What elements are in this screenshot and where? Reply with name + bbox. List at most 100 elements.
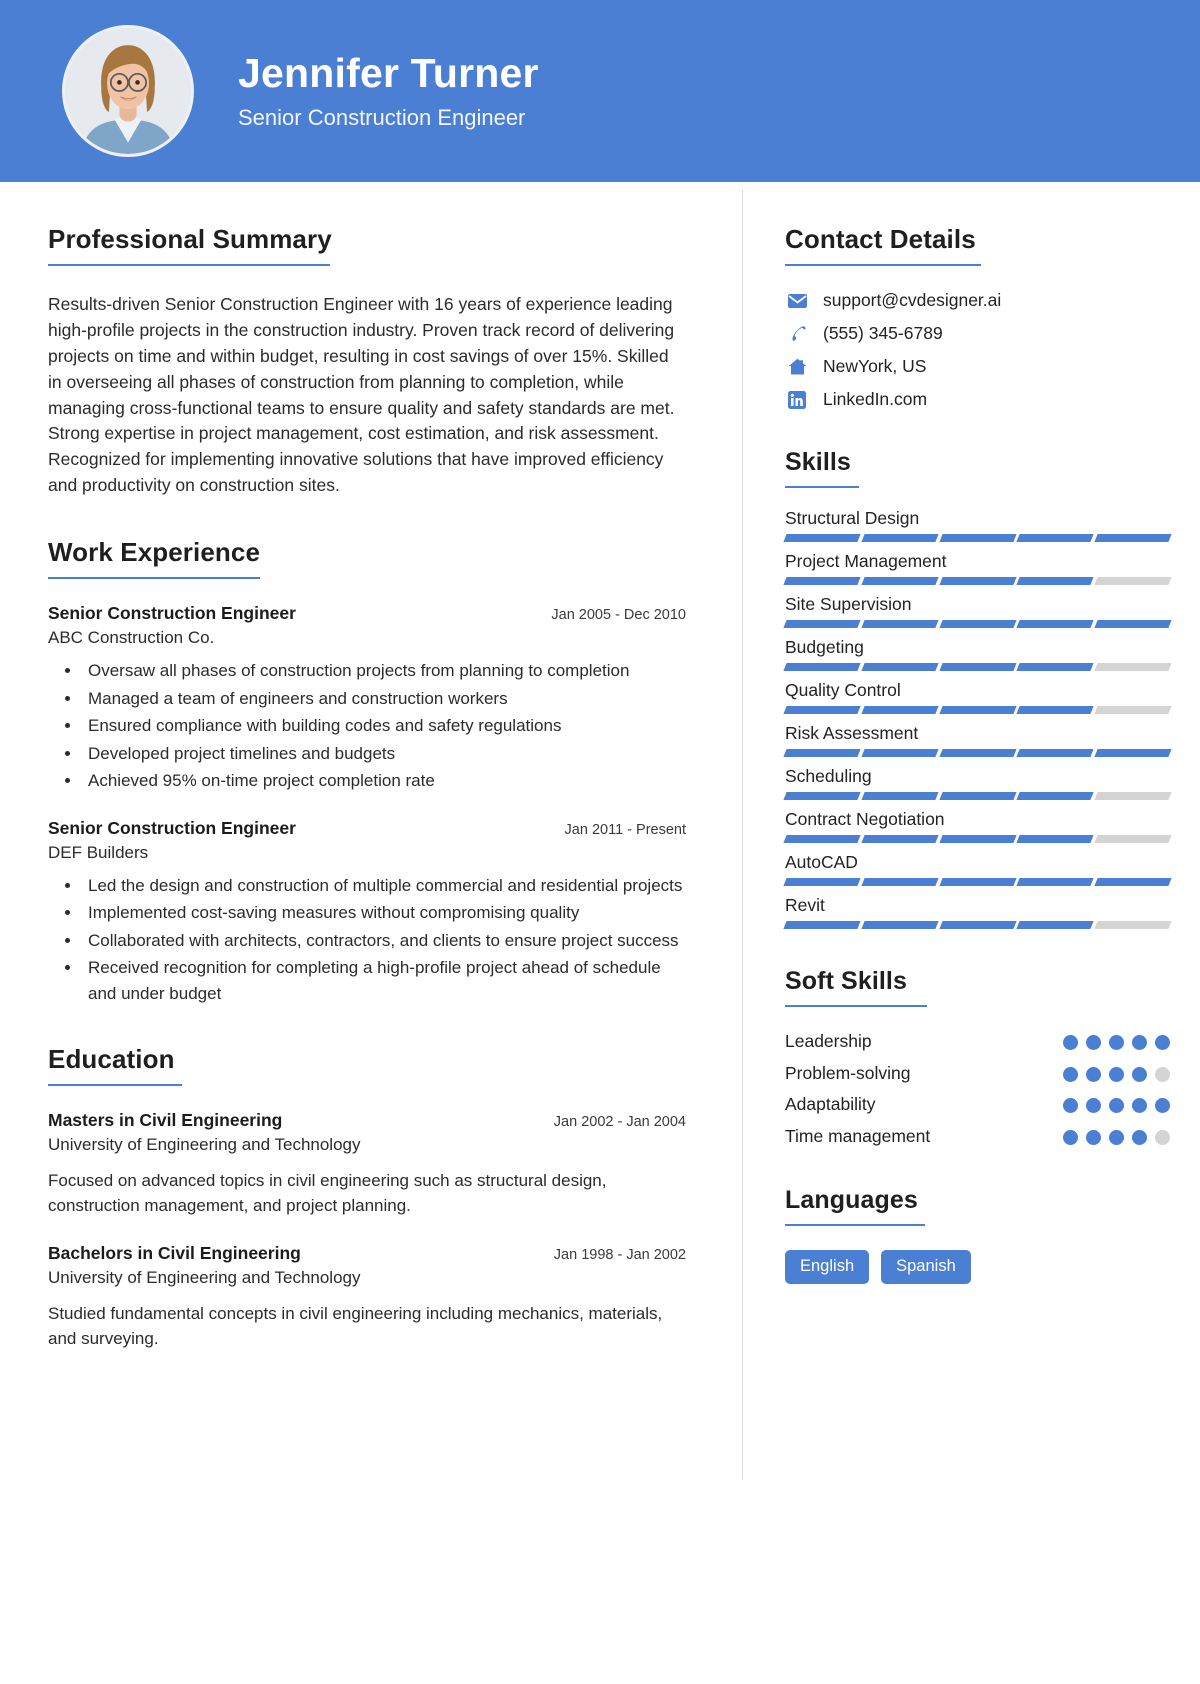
rating-dot	[1086, 1129, 1101, 1145]
candidate-name: Jennifer Turner	[238, 50, 539, 97]
section-soft-skills: Soft Skills Leadership Problem-solving Ada…	[785, 967, 1170, 1148]
education-entry: Bachelors in Civil Engineering Jan 1998 …	[48, 1243, 686, 1352]
soft-skill-name: Time management	[785, 1125, 931, 1146]
list-item: Oversaw all phases of construction proje…	[82, 658, 686, 684]
rating-dot	[1132, 1035, 1147, 1050]
skill-name: AutoCAD	[785, 852, 858, 872]
skill-segment	[1016, 835, 1094, 843]
heading-rule	[48, 577, 260, 580]
skill-segment	[1016, 878, 1094, 886]
skill-segment	[938, 878, 1017, 886]
skill-name: Quality Control	[785, 680, 901, 700]
job-date: Jan 2011 - Present	[564, 821, 686, 838]
skill-segment	[1016, 749, 1094, 757]
work-entry-head: Senior Construction Engineer Jan 2011 - …	[48, 818, 686, 839]
rating-dot	[1086, 1098, 1101, 1113]
home-icon	[785, 357, 809, 377]
skill-segment	[1094, 706, 1172, 714]
degree-title: Bachelors in Civil Engineering	[48, 1243, 301, 1264]
education-description: Focused on advanced topics in civil engi…	[48, 1171, 607, 1216]
section-skills: Skills Structural Design Project Manageme…	[783, 448, 1172, 929]
rating-dot	[1132, 1066, 1147, 1082]
heading-rule	[785, 486, 859, 488]
avatar	[62, 25, 194, 157]
section-heading-education: Education	[48, 1044, 175, 1075]
skill-segment	[861, 620, 939, 628]
skill-level-bar	[783, 534, 1172, 542]
rating-dot	[1155, 1098, 1170, 1113]
section-heading-work: Work Experience	[48, 537, 261, 568]
rating-dot	[1155, 1066, 1170, 1082]
skill-row: Budgeting	[783, 637, 1172, 671]
skill-name: Risk Assessment	[785, 723, 919, 743]
skill-segment	[1094, 878, 1172, 886]
list-item: Developed project timelines and budgets	[82, 741, 686, 767]
skill-segment	[1094, 921, 1172, 929]
skill-row: Site Supervision	[783, 594, 1172, 628]
soft-skill-name: Problem-solving	[785, 1062, 911, 1083]
contact-item-phone[interactable]: (555) 345-6789	[785, 323, 1170, 344]
skill-segment	[783, 878, 861, 886]
candidate-title: Senior Construction Engineer	[238, 104, 526, 130]
job-bullets: Oversaw all phases of construction proje…	[82, 658, 686, 794]
rating-dot	[1109, 1129, 1124, 1145]
soft-skill-rating	[1063, 1092, 1170, 1113]
contact-value: NewYork, US	[823, 356, 927, 376]
section-work-experience: Work Experience Senior Construction Engi…	[48, 537, 686, 1006]
contact-item-location[interactable]: NewYork, US	[785, 356, 1170, 377]
skill-segment	[1016, 663, 1094, 671]
job-title: Senior Construction Engineer	[48, 817, 296, 838]
rating-dot	[1132, 1098, 1147, 1113]
section-heading-summary: Professional Summary	[48, 224, 332, 254]
rating-dot	[1109, 1098, 1124, 1113]
skill-segment	[938, 749, 1017, 757]
skill-name: Scheduling	[785, 766, 872, 786]
section-heading-soft-skills: Soft Skills	[785, 967, 907, 995]
skill-level-bar	[783, 835, 1172, 843]
summary-text: Results-driven Senior Construction Engin…	[48, 294, 675, 496]
skill-row: Contract Negotiation	[783, 809, 1172, 843]
rating-dot	[1155, 1035, 1170, 1050]
skill-segment	[861, 663, 939, 671]
heading-rule	[48, 264, 330, 266]
job-bullets: Led the design and construction of multi…	[82, 873, 686, 1007]
skill-segment	[783, 620, 861, 628]
skill-level-bar	[783, 577, 1172, 585]
skill-segment	[783, 921, 861, 929]
contact-list: support@cvdesigner.ai (555) 345-6789 New…	[785, 290, 1170, 410]
soft-skills-list: Leadership Problem-solving Adaptability Tim…	[785, 1029, 1170, 1148]
skill-name: Project Management	[785, 551, 947, 571]
linkedin-icon	[785, 390, 809, 410]
skill-name: Revit	[785, 895, 825, 915]
skill-segment	[1016, 577, 1094, 585]
education-description: Studied fundamental concepts in civil en…	[48, 1304, 663, 1349]
skill-segment	[938, 577, 1017, 585]
sidebar-column: Contact Details support@cvdesigner.ai (5…	[743, 182, 1200, 1480]
skill-row: Risk Assessment	[783, 723, 1172, 757]
section-heading-languages: Languages	[785, 1186, 918, 1214]
envelope-icon	[785, 291, 809, 311]
skill-level-bar	[783, 620, 1172, 628]
heading-rule	[785, 1224, 925, 1226]
skill-name: Budgeting	[785, 637, 864, 657]
skill-segment	[861, 749, 939, 757]
soft-skill-name: Leadership	[785, 1031, 872, 1051]
rating-dot	[1063, 1035, 1078, 1050]
skill-segment	[1016, 706, 1094, 714]
skill-segment	[861, 792, 939, 800]
skill-segment	[783, 749, 861, 757]
skill-level-bar	[783, 921, 1172, 929]
work-entry: Senior Construction Engineer Jan 2011 - …	[48, 818, 686, 1007]
contact-item-linkedin[interactable]: LinkedIn.com	[785, 389, 1170, 410]
skill-segment	[938, 921, 1017, 929]
list-item: Led the design and construction of multi…	[82, 873, 686, 899]
rating-dot	[1086, 1035, 1101, 1050]
education-entry-head: Bachelors in Civil Engineering Jan 1998 …	[48, 1243, 686, 1264]
list-item: Received recognition for completing a hi…	[82, 955, 686, 1006]
rating-dot	[1109, 1035, 1124, 1050]
list-item: Ensured compliance with building codes a…	[82, 713, 686, 739]
contact-item-email[interactable]: support@cvdesigner.ai	[785, 290, 1170, 311]
section-languages: Languages English Spanish	[785, 1186, 1170, 1284]
skill-name: Structural Design	[785, 508, 920, 528]
phone-icon	[785, 324, 809, 344]
